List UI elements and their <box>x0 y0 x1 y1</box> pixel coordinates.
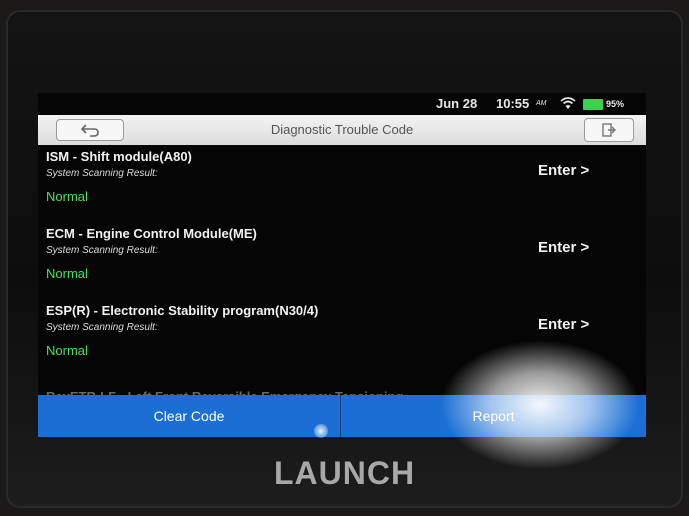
report-button[interactable]: Report <box>341 395 646 437</box>
brand-logo: LAUNCH <box>273 455 416 491</box>
enter-button[interactable]: Enter > <box>538 162 589 179</box>
enter-button[interactable]: Enter > <box>538 239 589 256</box>
status-date: Jun 28 <box>436 96 478 111</box>
status-ampm: AM <box>536 100 547 107</box>
module-name: ECM - Engine Control Module(ME) <box>46 226 257 241</box>
module-name: ESP(R) - Electronic Stability program(N3… <box>46 303 319 318</box>
action-bar: Clear Code Report <box>38 395 646 437</box>
battery-percent: 95% <box>606 99 625 109</box>
device-screen: Jun 28 10:55 AM 95% Diagnostic Trouble C… <box>38 93 646 437</box>
scan-result-label: System Scanning Result: <box>46 245 158 256</box>
module-list: ISM - Shift module(A80) System Scanning … <box>38 145 646 404</box>
module-name: ISM - Shift module(A80) <box>46 149 192 164</box>
module-item[interactable]: ESP(R) - Electronic Stability program(N3… <box>38 299 646 377</box>
wifi-icon <box>560 97 576 109</box>
exit-button[interactable] <box>584 118 634 142</box>
enter-button[interactable]: Enter > <box>538 316 589 333</box>
clear-code-button[interactable]: Clear Code <box>38 395 341 437</box>
module-status: Normal <box>46 266 88 281</box>
status-time: 10:55 <box>496 96 530 111</box>
exit-icon <box>602 123 616 137</box>
page-title: Diagnostic Trouble Code <box>270 122 414 137</box>
battery-icon <box>583 99 603 110</box>
status-bar: Jun 28 10:55 AM 95% <box>38 93 646 115</box>
scan-result-label: System Scanning Result: <box>46 322 158 333</box>
title-bar: Diagnostic Trouble Code <box>38 115 646 145</box>
module-status: Normal <box>46 189 88 204</box>
scan-result-label: System Scanning Result: <box>46 168 158 179</box>
screen-glare-dot <box>314 424 328 438</box>
module-item[interactable]: ECM - Engine Control Module(ME) System S… <box>38 222 646 300</box>
module-status: Normal <box>46 343 88 358</box>
module-item[interactable]: ISM - Shift module(A80) System Scanning … <box>38 145 646 223</box>
